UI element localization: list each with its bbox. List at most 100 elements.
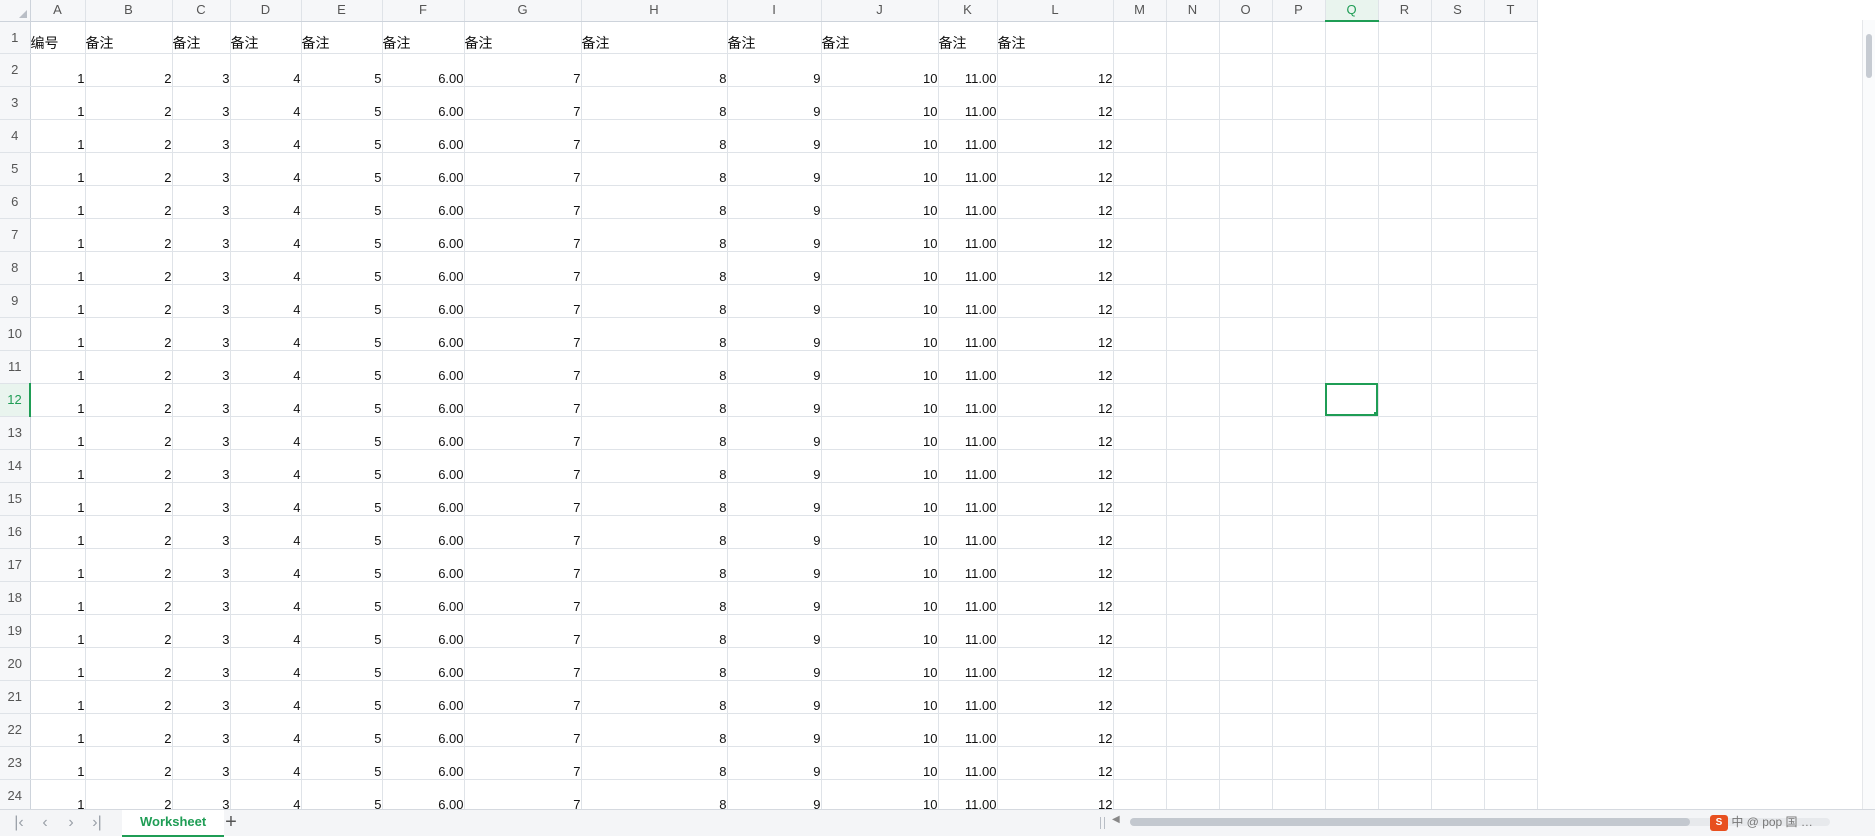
cell-j23[interactable]: 10 [821, 746, 939, 780]
cell-n14[interactable] [1166, 449, 1220, 483]
cell-d3[interactable]: 4 [230, 86, 302, 120]
cell-j19[interactable]: 10 [821, 614, 939, 648]
cell-s22[interactable] [1431, 713, 1485, 747]
cell-h17[interactable]: 8 [581, 548, 728, 582]
cell-e17[interactable]: 5 [301, 548, 383, 582]
cell-m15[interactable] [1113, 482, 1167, 516]
cell-p22[interactable] [1272, 713, 1326, 747]
cell-p20[interactable] [1272, 647, 1326, 681]
cell-h11[interactable]: 8 [581, 350, 728, 384]
cell-k16[interactable]: 11.00 [938, 515, 998, 549]
cell-g7[interactable]: 7 [464, 218, 582, 252]
cell-a8[interactable]: 1 [30, 251, 86, 285]
cell-o6[interactable] [1219, 185, 1273, 219]
cell-j5[interactable]: 10 [821, 152, 939, 186]
cell-p4[interactable] [1272, 119, 1326, 153]
cell-j22[interactable]: 10 [821, 713, 939, 747]
cell-h23[interactable]: 8 [581, 746, 728, 780]
cell-n1[interactable] [1166, 21, 1220, 54]
cell-q8[interactable] [1325, 251, 1379, 285]
cell-r24[interactable] [1378, 779, 1432, 813]
cell-j6[interactable]: 10 [821, 185, 939, 219]
cell-o13[interactable] [1219, 416, 1273, 450]
cell-h10[interactable]: 8 [581, 317, 728, 351]
cell-p12[interactable] [1272, 383, 1326, 417]
cell-t7[interactable] [1484, 218, 1538, 252]
cell-f5[interactable]: 6.00 [382, 152, 465, 186]
cell-r19[interactable] [1378, 614, 1432, 648]
cell-c18[interactable]: 3 [172, 581, 231, 615]
cell-c1[interactable]: 备注 [172, 21, 231, 54]
cell-i23[interactable]: 9 [727, 746, 822, 780]
column-header-q[interactable]: Q [1325, 0, 1379, 22]
cell-a7[interactable]: 1 [30, 218, 86, 252]
cell-s19[interactable] [1431, 614, 1485, 648]
row-header-20[interactable]: 20 [0, 647, 31, 681]
cell-t24[interactable] [1484, 779, 1538, 813]
column-header-h[interactable]: H [581, 0, 728, 22]
cell-m7[interactable] [1113, 218, 1167, 252]
cell-n11[interactable] [1166, 350, 1220, 384]
cell-e3[interactable]: 5 [301, 86, 383, 120]
cell-p24[interactable] [1272, 779, 1326, 813]
cell-f24[interactable]: 6.00 [382, 779, 465, 813]
cell-i22[interactable]: 9 [727, 713, 822, 747]
cell-h18[interactable]: 8 [581, 581, 728, 615]
cell-h20[interactable]: 8 [581, 647, 728, 681]
cell-n3[interactable] [1166, 86, 1220, 120]
cell-f4[interactable]: 6.00 [382, 119, 465, 153]
horizontal-scrollbar-thumb[interactable] [1130, 818, 1690, 826]
column-header-g[interactable]: G [464, 0, 582, 22]
cell-e22[interactable]: 5 [301, 713, 383, 747]
cell-h24[interactable]: 8 [581, 779, 728, 813]
cell-s1[interactable] [1431, 21, 1485, 54]
first-sheet-button[interactable]: |‹ [8, 813, 30, 833]
cell-t2[interactable] [1484, 53, 1538, 87]
cell-g24[interactable]: 7 [464, 779, 582, 813]
cell-s13[interactable] [1431, 416, 1485, 450]
cell-a11[interactable]: 1 [30, 350, 86, 384]
cell-l24[interactable]: 12 [997, 779, 1114, 813]
cell-q15[interactable] [1325, 482, 1379, 516]
cell-l13[interactable]: 12 [997, 416, 1114, 450]
cell-o24[interactable] [1219, 779, 1273, 813]
cell-h2[interactable]: 8 [581, 53, 728, 87]
cell-r11[interactable] [1378, 350, 1432, 384]
cell-m3[interactable] [1113, 86, 1167, 120]
cell-e6[interactable]: 5 [301, 185, 383, 219]
column-header-o[interactable]: O [1219, 0, 1273, 22]
spreadsheet-grid[interactable]: ABCDEFGHIJKLMNOPQRST 1 编号 备注 备注 备注 备注 备注 备注 备注 备注… [0, 0, 1875, 836]
cell-o14[interactable] [1219, 449, 1273, 483]
cell-s10[interactable] [1431, 317, 1485, 351]
cell-l22[interactable]: 12 [997, 713, 1114, 747]
cell-m12[interactable] [1113, 383, 1167, 417]
cell-l18[interactable]: 12 [997, 581, 1114, 615]
cell-k2[interactable]: 11.00 [938, 53, 998, 87]
cell-p6[interactable] [1272, 185, 1326, 219]
cell-j24[interactable]: 10 [821, 779, 939, 813]
cell-d9[interactable]: 4 [230, 284, 302, 318]
cell-t16[interactable] [1484, 515, 1538, 549]
cell-p18[interactable] [1272, 581, 1326, 615]
cell-e9[interactable]: 5 [301, 284, 383, 318]
cell-r4[interactable] [1378, 119, 1432, 153]
cell-i15[interactable]: 9 [727, 482, 822, 516]
cell-f3[interactable]: 6.00 [382, 86, 465, 120]
cell-q21[interactable] [1325, 680, 1379, 714]
cell-j11[interactable]: 10 [821, 350, 939, 384]
column-header-j[interactable]: J [821, 0, 939, 22]
cell-i10[interactable]: 9 [727, 317, 822, 351]
cell-g8[interactable]: 7 [464, 251, 582, 285]
cell-b20[interactable]: 2 [85, 647, 173, 681]
cell-n13[interactable] [1166, 416, 1220, 450]
cell-b11[interactable]: 2 [85, 350, 173, 384]
cell-f18[interactable]: 6.00 [382, 581, 465, 615]
cell-c21[interactable]: 3 [172, 680, 231, 714]
cell-b19[interactable]: 2 [85, 614, 173, 648]
cell-f6[interactable]: 6.00 [382, 185, 465, 219]
cell-n22[interactable] [1166, 713, 1220, 747]
row-header-16[interactable]: 16 [0, 515, 31, 549]
cell-d8[interactable]: 4 [230, 251, 302, 285]
cell-g15[interactable]: 7 [464, 482, 582, 516]
cell-m22[interactable] [1113, 713, 1167, 747]
